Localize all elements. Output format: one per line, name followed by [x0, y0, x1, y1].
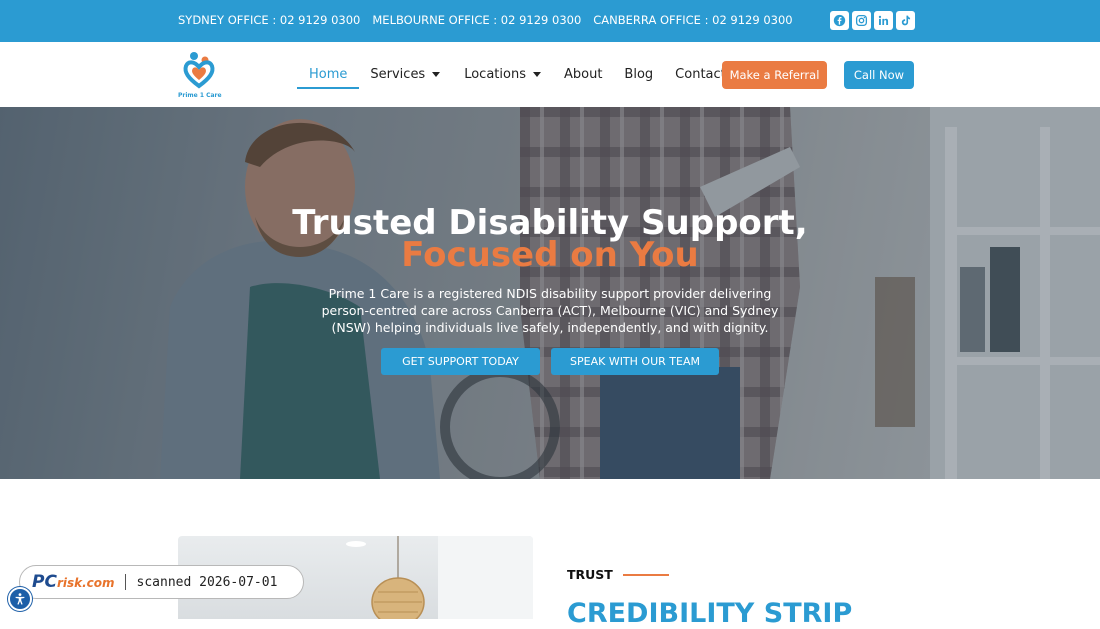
nav-contact[interactable]: Contact [675, 42, 726, 107]
instagram-icon[interactable] [852, 11, 871, 30]
social-links [830, 11, 915, 30]
main-nav: Home Services Locations About Blog Conta… [297, 42, 726, 107]
watermark-divider [124, 574, 126, 590]
office-melbourne[interactable]: MELBOURNE OFFICE : 02 9129 0300 [372, 13, 581, 27]
hero-description: Prime 1 Care is a registered NDIS disabi… [321, 286, 779, 335]
hero-title-highlight: Focused on You [401, 235, 699, 275]
pcrisk-logo: PC risk.com [32, 572, 115, 592]
brand-pc: PC [32, 572, 57, 592]
nav-locations[interactable]: Locations [464, 42, 541, 107]
office-canberra[interactable]: CANBERRA OFFICE : 02 9129 0300 [593, 13, 792, 27]
nav-label: Locations [464, 67, 526, 82]
chevron-down-icon [432, 72, 441, 77]
nav-services[interactable]: Services [370, 42, 441, 107]
eyebrow-divider [622, 573, 669, 576]
scan-watermark: PC risk.com scanned 2026-07-01 [19, 565, 304, 599]
facebook-icon[interactable] [830, 11, 849, 30]
site-logo[interactable]: Prime 1 Care [178, 50, 222, 102]
top-info-bar: SYDNEY OFFICE : 02 9129 0300 MELBOURNE O… [0, 0, 1100, 42]
call-now-button[interactable]: Call Now [844, 61, 914, 89]
make-referral-button[interactable]: Make a Referral [722, 61, 827, 89]
section-heading: CREDIBILITY STRIP [567, 598, 853, 629]
nav-label: Contact [675, 67, 726, 82]
logo-text: Prime 1 Care [178, 92, 222, 99]
section-eyebrow: TRUST [567, 567, 669, 582]
nav-label: Services [370, 67, 426, 82]
nav-label: Blog [624, 67, 654, 82]
tiktok-icon[interactable] [896, 11, 915, 30]
scan-date-text: scanned 2026-07-01 [136, 574, 278, 590]
heart-people-icon [183, 52, 215, 89]
nav-label: About [563, 67, 603, 82]
accessibility-icon[interactable] [8, 587, 32, 611]
nav-label: Home [309, 67, 348, 82]
office-phone-list: SYDNEY OFFICE : 02 9129 0300 MELBOURNE O… [178, 13, 793, 27]
nav-blog[interactable]: Blog [624, 42, 653, 107]
hero-section: Trusted Disability Support, Focused on Y… [0, 107, 1100, 479]
brand-risk: risk.com [56, 576, 115, 590]
chevron-down-icon [532, 72, 541, 77]
get-support-button[interactable]: GET SUPPORT TODAY [381, 348, 540, 375]
eyebrow-label: TRUST [567, 567, 613, 582]
nav-about[interactable]: About [564, 42, 602, 107]
site-header: Prime 1 Care Home Services Locations Abo… [0, 42, 1100, 107]
linkedin-icon[interactable] [874, 11, 893, 30]
office-sydney[interactable]: SYDNEY OFFICE : 02 9129 0300 [178, 13, 360, 27]
speak-with-team-button[interactable]: SPEAK WITH OUR TEAM [551, 348, 719, 375]
nav-home[interactable]: Home [297, 42, 360, 107]
